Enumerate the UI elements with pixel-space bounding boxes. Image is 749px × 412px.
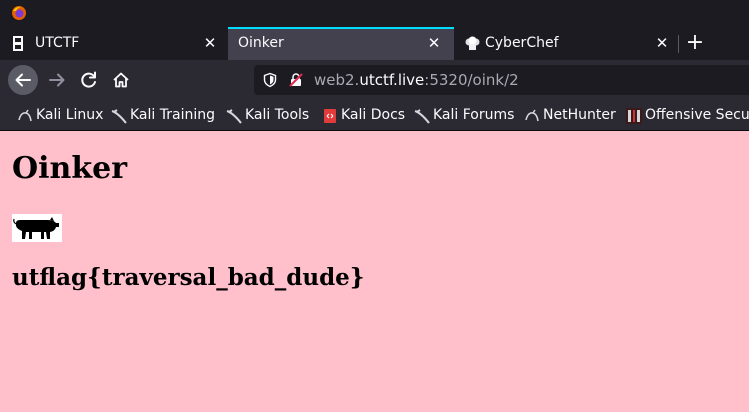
forward-button[interactable] <box>42 65 72 95</box>
tab-strip: UTCTF ✕ Oinker ✕ CyberChef ✕ + <box>0 27 749 60</box>
kali-dragon-icon <box>18 109 32 122</box>
tab-title: UTCTF <box>35 35 80 51</box>
kali-dragon-icon <box>226 109 242 124</box>
url-text[interactable]: web2.utctf.live:5320/oink/2 <box>314 71 519 89</box>
shield-icon[interactable] <box>262 72 278 88</box>
url-bar[interactable]: web2.utctf.live:5320/oink/2 <box>254 65 749 95</box>
tab-cyberchef[interactable]: CyberChef ✕ <box>455 27 677 60</box>
tab-title: Oinker <box>238 35 284 51</box>
new-tab-button[interactable]: + <box>682 31 708 57</box>
utctf-favicon-icon <box>13 36 23 51</box>
insecure-lock-icon[interactable] <box>288 72 304 88</box>
close-tab-icon[interactable]: ✕ <box>424 33 444 53</box>
bookmarks-toolbar: Kali Linux Kali Training Kali Tools Kali… <box>0 100 749 131</box>
kali-docs-icon <box>324 109 336 123</box>
pig-icon <box>13 217 59 239</box>
kali-dragon-icon <box>414 109 430 124</box>
back-button[interactable] <box>8 65 38 95</box>
close-tab-icon[interactable]: ✕ <box>652 33 672 53</box>
firefox-icon[interactable] <box>11 5 27 21</box>
home-button[interactable] <box>106 65 136 95</box>
reload-icon <box>81 71 96 88</box>
navigation-toolbar: web2.utctf.live:5320/oink/2 <box>0 60 749 100</box>
close-tab-icon[interactable]: ✕ <box>200 33 220 53</box>
pig-silhouette-image <box>12 214 62 242</box>
tab-title: CyberChef <box>485 35 559 51</box>
tab-utctf[interactable]: UTCTF ✕ <box>0 27 227 60</box>
kali-dragon-icon <box>111 109 127 124</box>
home-icon <box>113 72 129 88</box>
tab-separator <box>678 35 679 53</box>
reload-button[interactable] <box>74 65 104 95</box>
page-content: Oinker utflag{traversal_bad_dude} <box>0 131 749 412</box>
page-title: Oinker <box>12 151 128 186</box>
arrow-right-icon <box>49 73 65 87</box>
tab-oinker[interactable]: Oinker ✕ <box>228 27 454 60</box>
flag-text: utflag{traversal_bad_dude} <box>12 264 365 291</box>
cyberchef-chef-hat-icon <box>465 36 480 50</box>
kali-dragon-icon <box>525 109 539 122</box>
arrow-left-icon <box>15 73 31 87</box>
window-titlebar <box>0 0 749 27</box>
offsec-icon <box>626 108 642 124</box>
